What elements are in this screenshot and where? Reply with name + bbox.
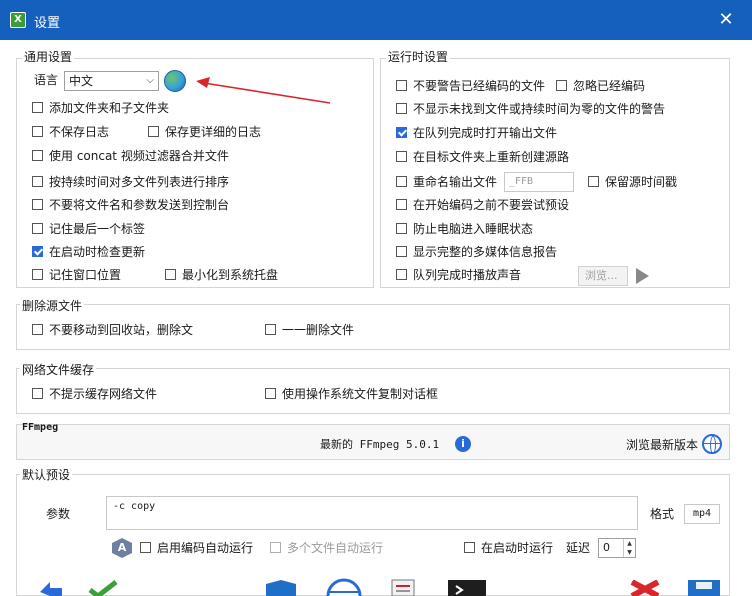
suffix-input[interactable]: _FFB <box>504 172 574 192</box>
checkbox-box <box>464 542 475 553</box>
language-label: 语言 <box>34 73 59 87</box>
back-arrow-icon[interactable] <box>36 578 64 596</box>
play-sound-checkbox[interactable]: 队列完成时播放声音 <box>396 267 521 283</box>
checkbox-box-disabled <box>270 542 281 553</box>
checkbox-box <box>396 269 407 280</box>
browse-sound-button[interactable]: 浏览... <box>578 266 628 286</box>
checkbox-box <box>32 176 43 187</box>
checkbox-box <box>32 388 43 399</box>
browse-latest-link[interactable]: 浏览最新版本 <box>626 437 698 453</box>
ignore-encoded-checkbox[interactable]: 忽略已经编码 <box>556 78 645 94</box>
no-try-preset-checkbox[interactable]: 在开始编码之前不要尝试预设 <box>396 197 569 213</box>
checkbox-box <box>396 199 407 210</box>
checkbox-box <box>265 324 276 335</box>
terminal-icon[interactable] <box>448 580 486 596</box>
document-icon[interactable] <box>388 578 418 596</box>
checkbox-box <box>396 223 407 234</box>
params-label: 参数 <box>46 507 71 521</box>
checkbox-box <box>148 126 159 137</box>
checkbox-box <box>140 542 151 553</box>
checkbox-box <box>396 103 407 114</box>
keep-timestamp-checkbox[interactable]: 保留源时间戳 <box>588 174 677 190</box>
concat-checkbox[interactable]: 使用 concat 视频过滤器合并文件 <box>32 148 229 164</box>
runtime-settings-title: 运行时设置 <box>386 48 451 65</box>
params-textarea[interactable]: -c copy <box>106 496 638 530</box>
language-value: 中文 <box>69 74 94 88</box>
language-select[interactable]: 中文 ⌵ <box>64 71 159 91</box>
globe-icon[interactable] <box>164 70 186 92</box>
shield-icon[interactable] <box>264 580 298 596</box>
sort-duration-checkbox[interactable]: 按持续时间对多文件列表进行排序 <box>32 174 229 190</box>
window-title: 设置 <box>34 16 61 31</box>
web-globe-icon[interactable] <box>702 434 722 454</box>
full-media-info-checkbox[interactable]: 显示完整的多媒体信息报告 <box>396 244 557 260</box>
close-icon[interactable]: ✕ <box>714 8 738 32</box>
checkbox-box <box>396 80 407 91</box>
checkbox-box <box>165 269 176 280</box>
recreate-path-checkbox[interactable]: 在目标文件夹上重新创建源路 <box>396 149 569 165</box>
checkbox-box-checked <box>32 246 43 257</box>
ffmpeg-latest-version: 最新的 FFmpeg 5.0.1 <box>320 438 440 451</box>
no-console-checkbox[interactable]: 不要将文件名和参数发送到控制台 <box>32 197 229 213</box>
checkbox-box <box>32 223 43 234</box>
rename-output-checkbox[interactable]: 重命名输出文件 <box>396 174 497 190</box>
checkbox-box <box>32 150 43 161</box>
remember-position-checkbox[interactable]: 记住窗口位置 <box>32 267 121 283</box>
checkmark-icon[interactable] <box>88 580 118 596</box>
checkbox-box <box>32 102 43 113</box>
no-warn-encoded-checkbox[interactable]: 不要警告已经编码的文件 <box>396 78 545 94</box>
chevron-down-icon: ⌵ <box>146 75 154 86</box>
general-settings-title: 通用设置 <box>22 48 75 65</box>
check-updates-checkbox[interactable]: 在启动时检查更新 <box>32 244 145 260</box>
checkbox-box <box>396 246 407 257</box>
save-disk-icon[interactable] <box>686 578 722 596</box>
info-icon[interactable]: i <box>455 436 471 452</box>
prevent-sleep-checkbox[interactable]: 防止电脑进入睡眠状态 <box>396 221 533 237</box>
multi-auto-run-checkbox[interactable]: 多个文件自动运行 <box>270 540 383 556</box>
format-label: 格式 <box>650 507 675 521</box>
ffmpeg-title: FFmpeg <box>22 422 59 433</box>
checkbox-box <box>32 269 43 280</box>
play-icon[interactable] <box>636 268 649 284</box>
delay-spinner[interactable]: 0 ▲ ▼ <box>598 538 636 558</box>
no-log-checkbox[interactable]: 不保存日志 <box>32 124 109 140</box>
spinner-arrows-icon[interactable]: ▲ ▼ <box>623 539 635 557</box>
remember-tab-checkbox[interactable]: 记住最后一个标签 <box>32 221 145 237</box>
auto-run-enable-checkbox[interactable]: 启用编码自动运行 <box>140 540 253 556</box>
checkbox-box <box>32 199 43 210</box>
detailed-log-checkbox[interactable]: 保存更详细的日志 <box>148 124 261 140</box>
delete-one-by-one-checkbox[interactable]: 一一删除文件 <box>265 322 354 338</box>
checkbox-box <box>396 151 407 162</box>
globe-button-icon[interactable] <box>326 578 362 596</box>
no-recycle-checkbox[interactable]: 不要移动到回收站，删除文 <box>32 322 193 338</box>
no-warn-missing-checkbox[interactable]: 不显示未找到文件或持续时间为零的文件的警告 <box>396 101 665 117</box>
settings-window: X 设置 ✕ 通用设置 语言 中文 ⌵ 添加文件夹和子文件夹 不保存日志 保存更… <box>0 0 752 596</box>
os-copy-dialog-checkbox[interactable]: 使用操作系统文件复制对话框 <box>265 386 438 402</box>
checkbox-box <box>265 388 276 399</box>
no-prompt-cache-checkbox[interactable]: 不提示缓存网络文件 <box>32 386 157 402</box>
cancel-x-icon[interactable] <box>628 580 662 596</box>
checkbox-box-checked <box>396 127 407 138</box>
open-output-checkbox[interactable]: 在队列完成时打开输出文件 <box>396 125 557 141</box>
title-bar: X 设置 ✕ <box>0 0 752 40</box>
checkbox-box <box>588 176 599 187</box>
checkbox-box <box>32 126 43 137</box>
format-input[interactable]: mp4 <box>684 504 720 524</box>
run-at-startup-checkbox[interactable]: 在启动时运行 <box>464 540 553 556</box>
minimize-tray-checkbox[interactable]: 最小化到系统托盘 <box>165 267 278 283</box>
checkbox-box <box>396 176 407 187</box>
default-preset-group <box>16 474 730 596</box>
delay-label: 延迟 <box>566 541 591 555</box>
delay-value: 0 <box>603 541 610 554</box>
network-cache-title: 网络文件缓存 <box>20 361 97 378</box>
checkbox-box <box>32 324 43 335</box>
default-preset-title: 默认预设 <box>20 466 73 483</box>
delete-source-title: 删除源文件 <box>20 297 85 314</box>
checkbox-box <box>556 80 567 91</box>
add-folders-checkbox[interactable]: 添加文件夹和子文件夹 <box>32 100 169 116</box>
annotation-arrow-icon <box>196 77 331 104</box>
app-icon: X <box>10 12 26 28</box>
